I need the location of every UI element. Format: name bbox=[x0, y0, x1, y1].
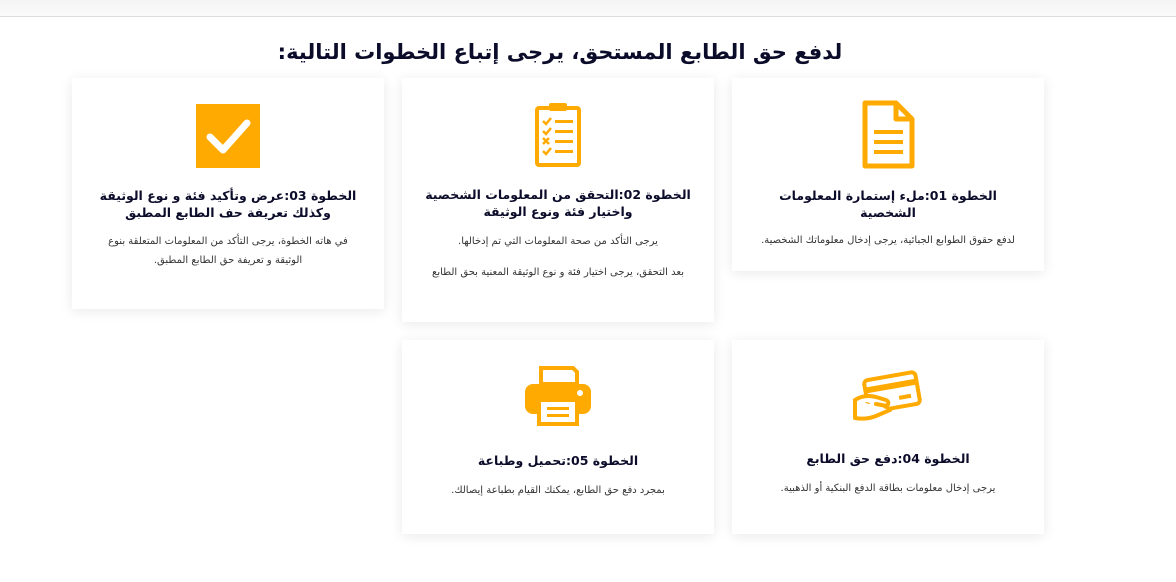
document-icon bbox=[862, 100, 915, 169]
checklist-icon bbox=[535, 103, 581, 167]
step-description: لدفع حقوق الطوابع الجبائية، يرجى إدخال م… bbox=[761, 235, 1015, 246]
step-title: الخطوة 02:التحقق من المعلومات الشخصية وا… bbox=[425, 187, 691, 219]
step-title: الخطوة 03:عرض وتأكيد فئة و نوع الوثيقة و… bbox=[99, 188, 357, 220]
step-title: الخطوة 05:تحميل وطباعة bbox=[477, 453, 639, 468]
step-card-3: الخطوة 03:عرض وتأكيد فئة و نوع الوثيقة و… bbox=[72, 78, 384, 309]
page-title: لدفع حق الطابع المستحق، يرجى إتباع الخطو… bbox=[277, 40, 843, 64]
step-card-4: الخطوة 04:دفع حق الطابع يرجى إدخال معلوم… bbox=[732, 340, 1044, 534]
browser-top-bar bbox=[0, 0, 1176, 17]
checkmark-box-icon bbox=[196, 104, 260, 168]
step-card-5: الخطوة 05:تحميل وطباعة بمجرد دفع حق الطا… bbox=[402, 340, 714, 534]
step-description: يرجى التأكد من صحة المعلومات التي تم إدخ… bbox=[458, 236, 658, 247]
step-description: بمجرد دفع حق الطابع، يمكنك القيام بطباعة… bbox=[451, 485, 665, 496]
step-description-2: بعد التحقق، يرجى اختيار فئة و نوع الوثيق… bbox=[432, 267, 684, 278]
step-description: يرجى إدخال معلومات بطاقة الدفع البنكية أ… bbox=[780, 483, 996, 494]
credit-card-icon bbox=[853, 370, 922, 421]
step-card-1: الخطوة 01:ملء إستمارة المعلومات الشخصية … bbox=[732, 78, 1044, 271]
step-description: في هاته الخطوة، يرجى التأكد من المعلومات… bbox=[108, 236, 348, 266]
printer-icon bbox=[525, 366, 591, 426]
step-title: الخطوة 01:ملء إستمارة المعلومات الشخصية bbox=[779, 188, 997, 220]
step-title: الخطوة 04:دفع حق الطابع bbox=[806, 451, 970, 466]
step-card-2: الخطوة 02:التحقق من المعلومات الشخصية وا… bbox=[402, 78, 714, 322]
